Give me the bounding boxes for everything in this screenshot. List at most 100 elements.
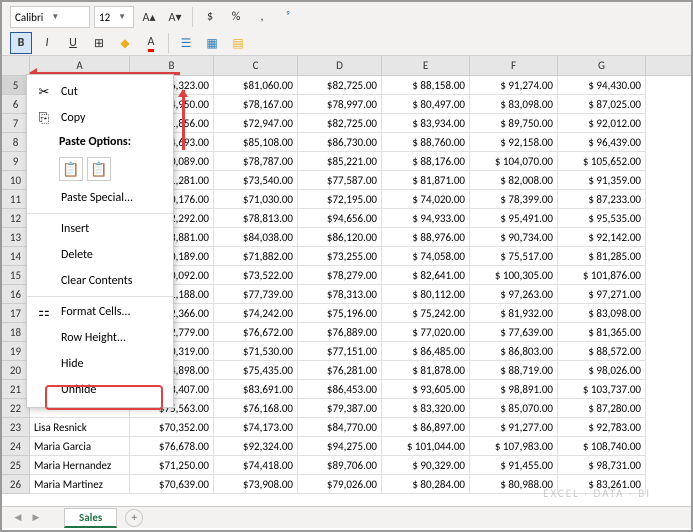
cell[interactable]: $73,540.00 [214, 171, 298, 190]
cell[interactable]: $74,242.00 [214, 304, 298, 323]
cell[interactable]: $ 87,233.00 [558, 190, 646, 209]
cell[interactable]: $78,167.00 [214, 95, 298, 114]
menu-format-cells[interactable]: ⚏ Format Cells... [27, 299, 173, 325]
paste-icon[interactable]: 📋 [59, 157, 83, 181]
increase-font-button[interactable]: A▴ [138, 6, 160, 28]
bold-button[interactable]: B [10, 32, 32, 54]
cell[interactable]: $ 98,891.00 [470, 380, 558, 399]
column-header[interactable]: D [298, 56, 382, 75]
cell[interactable]: $77,151.00 [298, 342, 382, 361]
cell[interactable]: $ 91,455.00 [470, 456, 558, 475]
cell[interactable]: $ 86,803.00 [470, 342, 558, 361]
cell[interactable]: $ 75,242.00 [382, 304, 470, 323]
cell[interactable]: $ 80,112.00 [382, 285, 470, 304]
cell[interactable]: $71,882.00 [214, 247, 298, 266]
menu-paste-special[interactable]: Paste Special... [27, 185, 173, 211]
cell[interactable]: $86,120.00 [298, 228, 382, 247]
cell[interactable]: $94,656.00 [298, 209, 382, 228]
tab-sales[interactable]: Sales [64, 508, 117, 528]
cell[interactable]: $ 88,976.00 [382, 228, 470, 247]
paste-values-icon[interactable]: 📋 [87, 157, 111, 181]
cell[interactable]: $74,173.00 [214, 418, 298, 437]
menu-unhide[interactable]: Unhide [27, 377, 173, 403]
cell[interactable]: $70,639.00 [130, 475, 214, 494]
cell[interactable]: $ 88,760.00 [382, 133, 470, 152]
row-header[interactable]: 25 [2, 456, 30, 475]
cell[interactable]: $94,275.00 [298, 437, 382, 456]
cell[interactable]: $ 86,897.00 [382, 418, 470, 437]
cell[interactable]: $ 74,020.00 [382, 190, 470, 209]
cell[interactable]: $81,060.00 [214, 76, 298, 95]
cell[interactable]: $ 104,070.00 [470, 152, 558, 171]
italic-button[interactable]: I [36, 32, 58, 54]
cell[interactable]: $ 80,284.00 [382, 475, 470, 494]
cell[interactable]: $76,168.00 [214, 399, 298, 418]
menu-copy[interactable]: ⎘ Copy [27, 105, 173, 131]
cell[interactable]: $ 81,871.00 [382, 171, 470, 190]
table-format-button[interactable]: ▦ [201, 32, 223, 54]
cell[interactable]: $ 90,329.00 [382, 456, 470, 475]
font-size-select[interactable]: 12 ▼ [94, 6, 134, 28]
cell[interactable]: $ 107,983.00 [470, 437, 558, 456]
cell-styles-button[interactable]: ▤ [227, 32, 249, 54]
cell[interactable]: $71,250.00 [130, 456, 214, 475]
row-header[interactable]: 23 [2, 418, 30, 437]
cell[interactable]: $ 75,517.00 [470, 247, 558, 266]
cell[interactable]: $73,908.00 [214, 475, 298, 494]
cell[interactable]: $ 92,142.00 [558, 228, 646, 247]
cell[interactable]: $ 74,058.00 [382, 247, 470, 266]
cell[interactable]: $ 94,933.00 [382, 209, 470, 228]
cell[interactable]: $ 82,008.00 [470, 171, 558, 190]
cell[interactable]: $ 96,439.00 [558, 133, 646, 152]
cond-format-button[interactable]: ☰ [175, 32, 197, 54]
cell[interactable]: $76,281.00 [298, 361, 382, 380]
cell[interactable]: Maria Garcia [30, 437, 130, 456]
cell[interactable]: Maria Martinez [30, 475, 130, 494]
cell[interactable]: $86,730.00 [298, 133, 382, 152]
cell[interactable]: $85,221.00 [298, 152, 382, 171]
cell[interactable]: $ 83,098.00 [558, 304, 646, 323]
cell[interactable]: $75,435.00 [214, 361, 298, 380]
border-button[interactable]: ⊞ [88, 32, 110, 54]
cell[interactable]: $82,725.00 [298, 76, 382, 95]
cell[interactable]: $ 97,263.00 [470, 285, 558, 304]
cell[interactable]: $ 97,271.00 [558, 285, 646, 304]
font-name-select[interactable]: Calibri ▼ [10, 6, 90, 28]
cell[interactable]: $78,787.00 [214, 152, 298, 171]
cell[interactable]: $76,672.00 [214, 323, 298, 342]
cell[interactable]: $86,453.00 [298, 380, 382, 399]
cell[interactable]: $ 88,158.00 [382, 76, 470, 95]
cell[interactable]: $ 103,737.00 [558, 380, 646, 399]
cell[interactable]: $85,108.00 [214, 133, 298, 152]
cell[interactable]: $ 80,497.00 [382, 95, 470, 114]
cell[interactable]: $ 101,876.00 [558, 266, 646, 285]
cell[interactable]: $75,196.00 [298, 304, 382, 323]
cell[interactable]: $77,739.00 [214, 285, 298, 304]
percent-button[interactable]: % [225, 6, 247, 28]
row-header[interactable]: 26 [2, 475, 30, 494]
cell[interactable]: $74,418.00 [214, 456, 298, 475]
add-sheet-button[interactable]: + [125, 509, 143, 527]
row-header[interactable]: 24 [2, 437, 30, 456]
cell[interactable]: $ 108,740.00 [558, 437, 646, 456]
cell[interactable]: $84,038.00 [214, 228, 298, 247]
cell[interactable]: $77,587.00 [298, 171, 382, 190]
cell[interactable]: $ 105,652.00 [558, 152, 646, 171]
cell[interactable]: $84,770.00 [298, 418, 382, 437]
cell[interactable]: $ 78,399.00 [470, 190, 558, 209]
cell[interactable]: $ 100,305.00 [470, 266, 558, 285]
cell[interactable]: $ 90,734.00 [470, 228, 558, 247]
cell[interactable]: $78,313.00 [298, 285, 382, 304]
menu-cut[interactable]: ✂ Cut [27, 79, 173, 105]
cell[interactable]: $ 94,430.00 [558, 76, 646, 95]
fill-color-button[interactable]: ◆ [114, 32, 136, 54]
tab-nav-next[interactable]: ▶ [28, 510, 44, 526]
cell[interactable]: $ 89,750.00 [470, 114, 558, 133]
cell[interactable]: $ 87,280.00 [558, 399, 646, 418]
cell[interactable]: $ 81,878.00 [382, 361, 470, 380]
cell[interactable]: $79,387.00 [298, 399, 382, 418]
menu-hide[interactable]: Hide [27, 351, 173, 377]
cell[interactable]: $ 81,285.00 [558, 247, 646, 266]
cell[interactable]: $ 101,044.00 [382, 437, 470, 456]
cell[interactable]: $ 92,158.00 [470, 133, 558, 152]
